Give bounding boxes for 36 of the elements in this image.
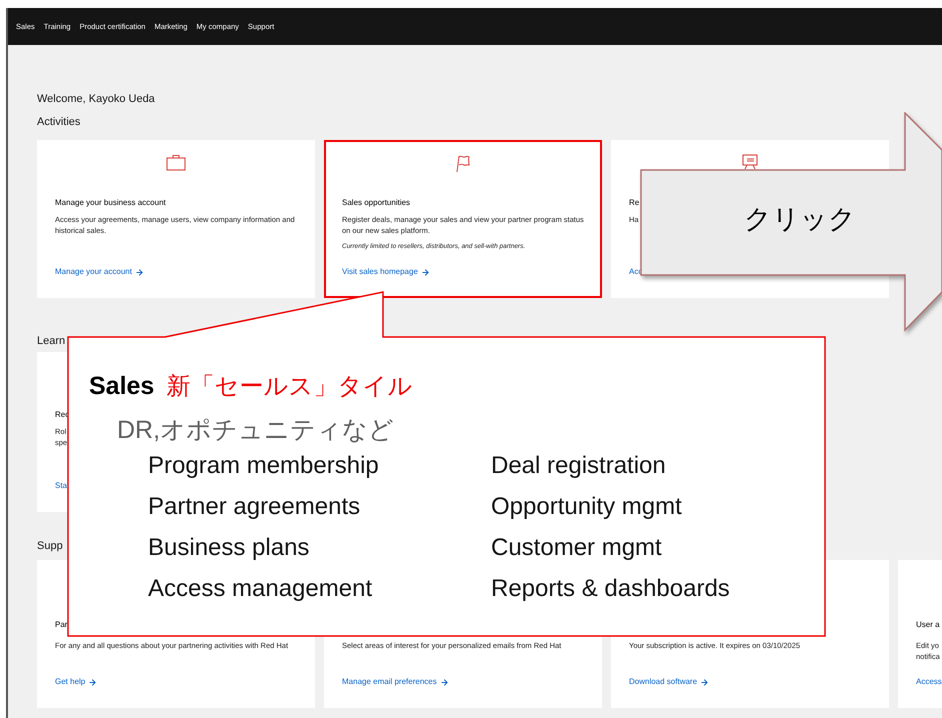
card-link[interactable]: Manage your account bbox=[55, 266, 144, 278]
feature-item: Customer mgmt bbox=[491, 533, 663, 563]
feature-item: Business plans bbox=[148, 533, 310, 563]
presentation-icon bbox=[741, 154, 759, 170]
arrow-right-icon bbox=[88, 678, 98, 686]
arrow-right-icon bbox=[420, 268, 430, 276]
welcome-heading: Welcome, Kayoko Ueda bbox=[37, 92, 155, 106]
card-link[interactable]: Visit sales homepage bbox=[342, 266, 430, 278]
card-title: Sales opportunities bbox=[342, 198, 410, 208]
card-title: Par bbox=[55, 620, 68, 630]
callout-tag: 新「セールス」タイル bbox=[166, 372, 412, 402]
arrow-right-icon bbox=[700, 678, 710, 686]
flag-icon bbox=[454, 154, 472, 173]
feature-item: Access management bbox=[148, 574, 374, 604]
section-heading: Activities bbox=[37, 115, 80, 129]
card-link[interactable]: Get help bbox=[55, 676, 98, 688]
card-title: User a bbox=[916, 620, 940, 630]
callout-label: クリック bbox=[744, 203, 856, 236]
arrow-right-icon bbox=[440, 678, 449, 686]
card-link[interactable]: Download software bbox=[629, 676, 710, 688]
feature-item: Program membership bbox=[148, 451, 380, 481]
feature-item: Deal registration bbox=[491, 451, 667, 481]
feature-item: Opportunity mgmt bbox=[491, 492, 683, 522]
callout-subtitle: DR,オポチュニティなど bbox=[117, 415, 394, 445]
card-title: Manage your business account bbox=[55, 198, 166, 208]
card-link[interactable]: Manage email preferences bbox=[342, 676, 449, 688]
section-heading: Learn bbox=[37, 334, 66, 348]
callout-title: Sales bbox=[89, 371, 154, 401]
feature-item: Reports & dashboards bbox=[491, 574, 730, 604]
card-link[interactable]: Access bbox=[916, 676, 942, 688]
section-heading: Supp bbox=[37, 539, 63, 553]
briefcase-icon bbox=[166, 154, 186, 171]
feature-item: Partner agreements bbox=[148, 492, 362, 522]
arrow-right-icon bbox=[134, 268, 144, 276]
card-link[interactable]: Sta bbox=[55, 480, 68, 492]
card-title: Re bbox=[629, 198, 640, 208]
